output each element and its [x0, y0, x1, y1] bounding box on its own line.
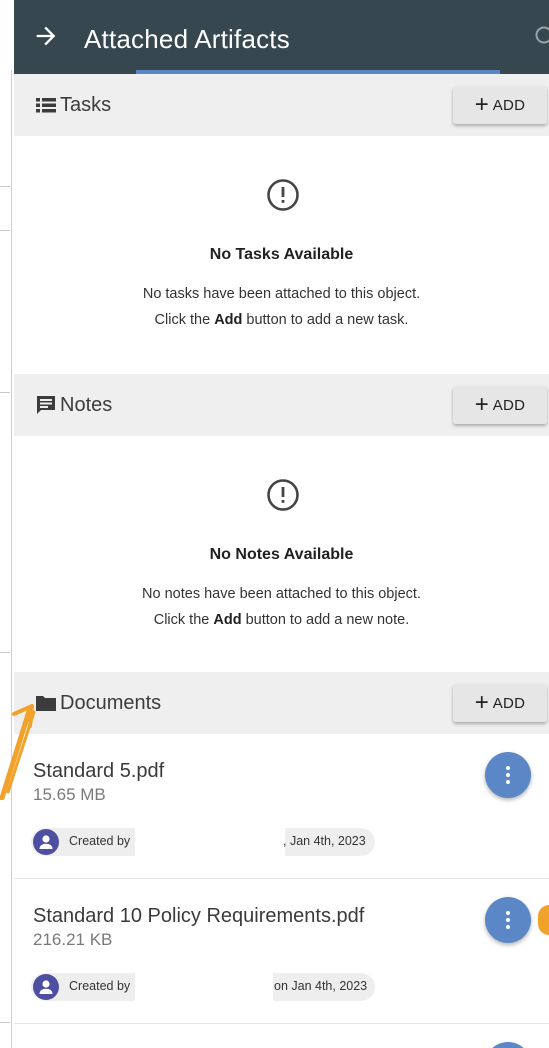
created-by-chip: Created by , Jan 4th, 2023	[31, 828, 375, 856]
plus-icon: +	[474, 91, 489, 118]
more-vert-icon[interactable]	[485, 897, 531, 943]
alert-circle-icon	[266, 178, 300, 212]
avatar	[33, 974, 59, 1000]
tasks-section-header: Tasks + ADD	[14, 74, 549, 136]
search-icon[interactable]	[533, 24, 549, 52]
plus-icon: +	[474, 391, 489, 418]
tasks-empty-line1: No tasks have been attached to this obje…	[142, 286, 421, 302]
annotation-arrow	[0, 690, 40, 801]
document-item[interactable]: Standard 5.pdf 15.65 MB Created by , Jan…	[14, 734, 549, 879]
arrow-right-icon[interactable]	[32, 22, 60, 50]
more-vert-icon[interactable]	[485, 752, 531, 798]
tasks-empty-state: No Tasks Available No tasks have been at…	[14, 136, 549, 374]
document-size: 216.21 KB	[33, 930, 113, 949]
alert-circle-icon	[266, 478, 300, 512]
notes-icon	[35, 394, 57, 416]
tasks-empty-title: No Tasks Available	[209, 246, 354, 263]
notes-empty-state: No Notes Available No notes have been at…	[14, 436, 549, 674]
more-vert-icon[interactable]	[485, 1042, 531, 1048]
add-task-button[interactable]: + ADD	[453, 86, 547, 124]
redacted-name	[135, 828, 285, 856]
documents-section-header: Documents + ADD	[14, 672, 549, 734]
redacted-name	[135, 973, 273, 1001]
add-document-button[interactable]: + ADD	[453, 684, 547, 722]
annotation-marker	[538, 905, 549, 935]
document-size: 15.65 MB	[33, 785, 106, 804]
avatar	[33, 829, 59, 855]
panel-title: Attached Artifacts	[84, 24, 290, 54]
tasks-empty-line2: Click the Add button to add a new task.	[154, 312, 409, 328]
tasks-label: Tasks	[60, 94, 112, 116]
created-by-chip: Created by on Jan 4th, 2023	[31, 973, 375, 1001]
notes-empty-title: No Notes Available	[209, 546, 354, 563]
notes-empty-line1: No notes have been attached to this obje…	[142, 586, 421, 602]
list-icon	[35, 94, 57, 116]
document-item[interactable]: Standard 10 Policy Requirements.pdf 216.…	[14, 879, 549, 1024]
panel-header: Attached Artifacts	[14, 0, 549, 74]
notes-label: Notes	[60, 394, 113, 416]
document-name[interactable]: Standard 5.pdf	[33, 758, 164, 784]
notes-section-header: Notes + ADD	[14, 374, 549, 436]
document-name[interactable]: Standard 10 Policy Requirements.pdf	[33, 903, 364, 929]
documents-label: Documents	[60, 692, 162, 714]
background-page-edge	[0, 0, 14, 1048]
plus-icon: +	[474, 689, 489, 716]
document-item[interactable]	[14, 1024, 549, 1048]
notes-empty-line2: Click the Add button to add a new note.	[153, 612, 410, 628]
add-note-button[interactable]: + ADD	[453, 386, 547, 424]
